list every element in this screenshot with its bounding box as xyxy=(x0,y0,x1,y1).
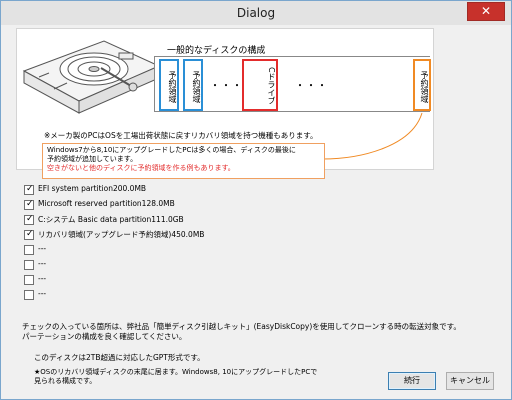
partition-label: --- xyxy=(38,259,47,268)
partition-row[interactable]: --- xyxy=(24,273,324,288)
checkmark-icon: ✓ xyxy=(26,184,34,194)
callout-connector xyxy=(321,112,423,160)
window-title: Dialog xyxy=(236,6,276,20)
close-button[interactable]: ✕ xyxy=(467,2,505,21)
cancel-button[interactable]: キャンセル xyxy=(446,372,494,390)
partition-label: --- xyxy=(38,244,47,253)
partition-label: C:システム Basic data partition111.0GB xyxy=(38,215,184,224)
partition-label: --- xyxy=(38,274,47,283)
reserved-partition-1: 予約領域 xyxy=(159,59,179,111)
reserved-partition-2: 予約領域 xyxy=(183,59,203,111)
description-line: ★OSのリカバリ領域ディスクの末尾に居ます。Windows8, 10にアップグレ… xyxy=(34,368,318,376)
recovery-description: ★OSのリカバリ領域ディスクの末尾に居ます。Windows8, 10にアップグレ… xyxy=(34,368,317,386)
partition-label: 予約領域 xyxy=(420,71,429,103)
dialog-content: 一般的なディスクの構成 予約領域 予約領域 ・・・ Cドライブ ・・・ 予約領域 xyxy=(8,26,504,394)
partition-checkbox[interactable] xyxy=(24,260,34,270)
partition-checkbox[interactable]: ✓ xyxy=(24,184,34,195)
upgrade-callout: Windows7から8,10にアップグレードしたPCは多くの場合、ディスクの最後… xyxy=(42,143,325,179)
ellipsis: ・・・ xyxy=(210,81,243,92)
ellipsis: ・・・ xyxy=(295,81,328,92)
checkmark-icon: ✓ xyxy=(26,229,34,239)
description-line: チェックの入っている箇所は、弊社品「簡単ディスク引越しキット」(EasyDisk… xyxy=(22,322,461,331)
partition-label: Microsoft reserved partition128.0MB xyxy=(38,199,175,208)
callout-line: 予約領域が追加しています。 xyxy=(47,155,138,163)
partition-row[interactable]: --- xyxy=(24,258,324,273)
partition-row[interactable]: ✓ Microsoft reserved partition128.0MB xyxy=(24,198,324,213)
checkmark-icon: ✓ xyxy=(26,214,34,224)
partition-row[interactable]: ✓ EFI system partition200.0MB xyxy=(24,183,324,198)
partition-label: EFI system partition200.0MB xyxy=(38,184,147,193)
partition-checkbox[interactable] xyxy=(24,245,34,255)
partition-label: --- xyxy=(38,289,47,298)
partition-row[interactable]: ✓ リカバリ領域(アップグレード予約領域)450.0MB xyxy=(24,228,324,243)
partition-label: Cドライブ xyxy=(267,67,276,105)
partition-checkbox[interactable]: ✓ xyxy=(24,214,34,225)
partition-checkbox[interactable]: ✓ xyxy=(24,199,34,210)
partition-label: 予約領域 xyxy=(192,71,201,103)
diagram-title: 一般的なディスクの構成 xyxy=(167,46,266,56)
partition-row[interactable]: --- xyxy=(24,243,324,258)
reserved-partition-end: 予約領域 xyxy=(413,59,431,111)
dialog-window: Dialog ✕ 一般的なディスクの構成 予約領域 予約領域 ・・・ Cドライブ… xyxy=(0,0,512,400)
callout-line: Windows7から8,10にアップグレードしたPCは多くの場合、ディスクの最後… xyxy=(47,146,296,154)
gpt-description: このディスクは2TB超過に対応したGPT形式です。 xyxy=(34,353,205,362)
partition-label: リカバリ領域(アップグレード予約領域)450.0MB xyxy=(38,230,205,239)
partition-label: 予約領域 xyxy=(168,71,177,103)
description-line: 見られる構成です。 xyxy=(34,377,97,385)
partition-checkbox[interactable] xyxy=(24,275,34,285)
c-drive-partition: Cドライブ xyxy=(242,59,278,111)
close-icon: ✕ xyxy=(480,4,492,18)
partition-bar: 予約領域 予約領域 ・・・ Cドライブ ・・・ 予約領域 xyxy=(154,56,431,112)
description-line: パーテーションの構成を良く確認してください。 xyxy=(22,332,187,341)
partition-checkbox[interactable] xyxy=(24,290,34,300)
callout-warning: 空きがないと他のディスクに予約領域を作る例もあります。 xyxy=(47,164,235,172)
recovery-note: ※メーカ製のPCはOSを工場出荷状態に戻すリカバリ領域を持つ機種もあります。 xyxy=(44,131,318,140)
partition-checkbox[interactable]: ✓ xyxy=(24,229,34,240)
continue-button[interactable]: 続行 xyxy=(388,372,436,390)
partition-row[interactable]: --- xyxy=(24,288,324,303)
disk-layout-diagram: 一般的なディスクの構成 予約領域 予約領域 ・・・ Cドライブ ・・・ 予約領域 xyxy=(16,28,434,179)
hard-disk-icon xyxy=(22,40,161,114)
partition-row[interactable]: ✓ C:システム Basic data partition111.0GB xyxy=(24,213,324,228)
partition-checklist: ✓ EFI system partition200.0MB ✓ Microsof… xyxy=(24,183,324,303)
transfer-description: チェックの入っている箇所は、弊社品「簡単ディスク引越しキット」(EasyDisk… xyxy=(22,322,492,342)
title-bar[interactable]: Dialog ✕ xyxy=(1,1,511,25)
checkmark-icon: ✓ xyxy=(26,199,34,209)
